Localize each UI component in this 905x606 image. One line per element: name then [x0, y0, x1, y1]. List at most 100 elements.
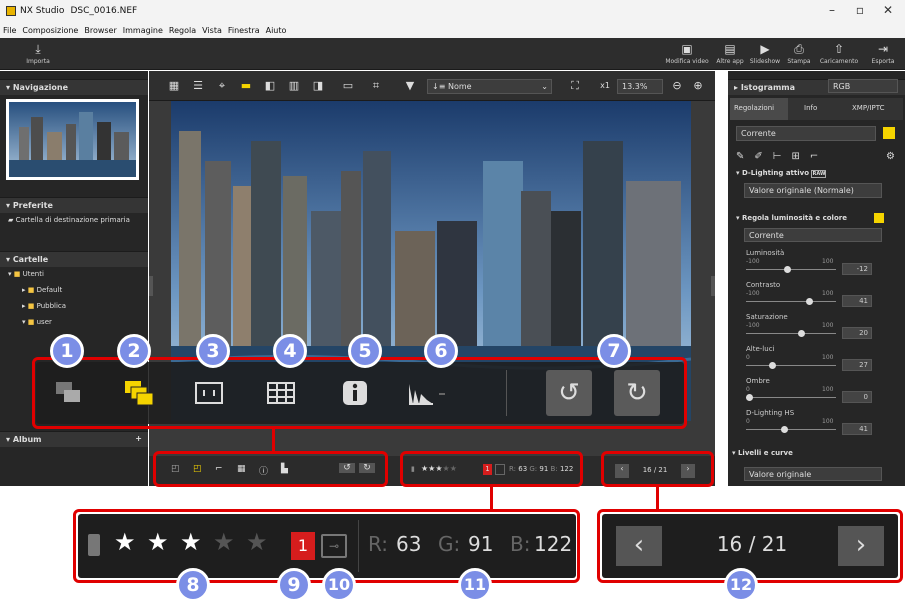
collapse-left-handle[interactable] — [149, 276, 153, 296]
zoom-out-icon[interactable]: ⊖ — [669, 78, 685, 94]
star-4[interactable]: ★ — [213, 528, 235, 556]
slider-value[interactable]: 27 — [842, 359, 872, 371]
slider-value[interactable]: -12 — [842, 263, 872, 275]
grid-overlay-icon[interactable] — [258, 370, 304, 416]
filmstrip-icon[interactable]: ◧ — [262, 78, 278, 94]
fullscreen-icon[interactable]: ⌗ — [368, 78, 384, 94]
tree-item-pubblica[interactable]: ▸ ■ Pubblica — [22, 302, 66, 310]
album-header[interactable]: ▾ Album + — [0, 431, 148, 447]
protect-icon[interactable]: ⊸ — [321, 534, 347, 558]
tree-item-default[interactable]: ▸ ■ Default — [22, 286, 62, 294]
slider-knob[interactable] — [746, 394, 753, 401]
filter-icon[interactable]: ▼ — [402, 78, 418, 94]
slider-knob[interactable] — [797, 330, 805, 337]
rotate-left-icon[interactable]: ↺ — [546, 370, 592, 416]
focus-point-icon[interactable] — [186, 370, 232, 416]
zoom-x1-button[interactable]: x1 — [595, 78, 615, 94]
pick-icon[interactable] — [46, 370, 92, 416]
slideshow-button[interactable]: ▶ Slideshow — [748, 40, 782, 65]
tab-regolazioni[interactable]: Regolazioni — [730, 98, 788, 120]
dlighting-title[interactable]: ▾ D-Lighting attivo RAW — [736, 169, 827, 178]
multi-select-icon[interactable] — [116, 370, 162, 416]
menu-browser[interactable]: Browser — [81, 26, 119, 35]
lum-checkbox[interactable] — [874, 213, 884, 223]
menu-regola[interactable]: Regola — [166, 26, 199, 35]
caricamento-button[interactable]: ⇧ Caricamento — [816, 40, 862, 65]
maximize-icon[interactable]: ▫ — [846, 3, 874, 17]
channel-select[interactable]: RGB — [828, 79, 898, 93]
compare-icon[interactable]: ▥ — [286, 78, 302, 94]
slider-value[interactable]: 41 — [842, 295, 872, 307]
prev-image-button[interactable]: ‹ — [616, 526, 662, 566]
slider-knob[interactable] — [806, 298, 814, 305]
modifica-video-button[interactable]: ▣ Modifica video — [664, 40, 710, 65]
sort-select[interactable]: ↓≡ Nome ⌄ — [427, 79, 552, 94]
tree-item-utenti[interactable]: ▾ ■ Utenti — [8, 270, 44, 278]
tree-item-user[interactable]: ▾ ■ user — [22, 318, 52, 326]
slider-track[interactable] — [746, 397, 836, 398]
slider-max: 100 — [822, 322, 834, 329]
zoom-select[interactable]: 13.3% — [617, 79, 663, 94]
preferite-header[interactable]: ▾ Preferite — [0, 197, 148, 213]
slider-value[interactable]: 20 — [842, 327, 872, 339]
livelli-select[interactable]: Valore originale — [744, 467, 882, 481]
single-view-icon[interactable]: ▬ — [238, 78, 254, 94]
star-1[interactable]: ★ — [114, 528, 136, 556]
dlighting-select[interactable]: Valore originale (Normale) — [744, 183, 882, 198]
favorite-item[interactable]: ▰ Cartella di destinazione primaria — [8, 216, 130, 224]
cartelle-header[interactable]: ▾ Cartelle — [0, 251, 148, 267]
slider-track[interactable] — [746, 429, 836, 430]
menu-finestra[interactable]: Finestra — [225, 26, 263, 35]
preset-select[interactable]: Corrente — [736, 126, 876, 141]
esporta-button[interactable]: ⇥ Esporta — [866, 40, 900, 65]
color-label-badge[interactable]: 1 — [291, 532, 315, 560]
menu-aiuto[interactable]: Aiuto — [263, 26, 290, 35]
menu-file[interactable]: File — [0, 26, 19, 35]
grid-view-icon[interactable]: ▦ — [166, 78, 182, 94]
menu-composizione[interactable]: Composizione — [19, 26, 81, 35]
tab-xmp[interactable]: XMP/IPTC — [846, 98, 903, 120]
menu-vista[interactable]: Vista — [199, 26, 225, 35]
slider-track[interactable] — [746, 269, 836, 270]
lum-preset-select[interactable]: Corrente — [744, 228, 882, 242]
trash-icon[interactable] — [88, 534, 100, 556]
slider-knob[interactable] — [781, 426, 789, 433]
collapse-right-handle[interactable] — [711, 276, 715, 296]
lum-title[interactable]: ▾ Regola luminosità e colore — [736, 214, 847, 222]
slider-track[interactable] — [746, 365, 836, 366]
minimize-icon[interactable]: – — [818, 3, 846, 17]
next-image-button[interactable]: › — [838, 526, 884, 566]
slider-knob[interactable] — [783, 266, 791, 273]
preset-checkbox[interactable] — [883, 127, 895, 139]
zoom-in-icon[interactable]: ⊕ — [690, 78, 706, 94]
altre-app-button[interactable]: ▤ Altre app — [712, 40, 748, 65]
rotate-right-icon[interactable]: ↻ — [614, 370, 660, 416]
add-album-icon[interactable]: + — [135, 434, 142, 443]
navigazione-header[interactable]: ▾ Navigazione — [0, 79, 148, 95]
histogram-icon[interactable] — [404, 370, 450, 416]
navigator-thumbnail[interactable] — [6, 99, 139, 180]
star-5[interactable]: ★ — [246, 528, 268, 556]
list-view-icon[interactable]: ☰ — [190, 78, 206, 94]
fit-screen-icon[interactable]: ⛶ — [567, 78, 583, 94]
slider-value[interactable]: 41 — [842, 423, 872, 435]
b-label: B: — [510, 532, 531, 556]
adjust-tools-row[interactable]: ✎✐⊢⊞⌐ — [736, 151, 828, 162]
slider-track[interactable] — [746, 333, 836, 334]
tab-info[interactable]: Info — [792, 98, 842, 120]
settings-gear-icon[interactable]: ⚙ — [886, 151, 895, 162]
star-2[interactable]: ★ — [147, 528, 169, 556]
stampa-button[interactable]: ⎙ Stampa — [784, 40, 814, 65]
menu-immagine[interactable]: Immagine — [120, 26, 166, 35]
close-icon[interactable]: ✕ — [874, 3, 902, 17]
slider-knob[interactable] — [769, 362, 777, 369]
compare-before-after-icon[interactable]: ◨ — [310, 78, 326, 94]
livelli-title[interactable]: ▾ Livelli e curve — [732, 449, 793, 457]
import-button[interactable]: ⤓ Importa — [18, 40, 58, 65]
star-3[interactable]: ★ — [180, 528, 202, 556]
slider-value[interactable]: 0 — [842, 391, 872, 403]
slider-track[interactable] — [746, 301, 836, 302]
map-view-icon[interactable]: ⌖ — [214, 78, 230, 94]
layout-menu-icon[interactable]: ▭ — [340, 78, 356, 94]
info-overlay-icon[interactable] — [332, 370, 378, 416]
